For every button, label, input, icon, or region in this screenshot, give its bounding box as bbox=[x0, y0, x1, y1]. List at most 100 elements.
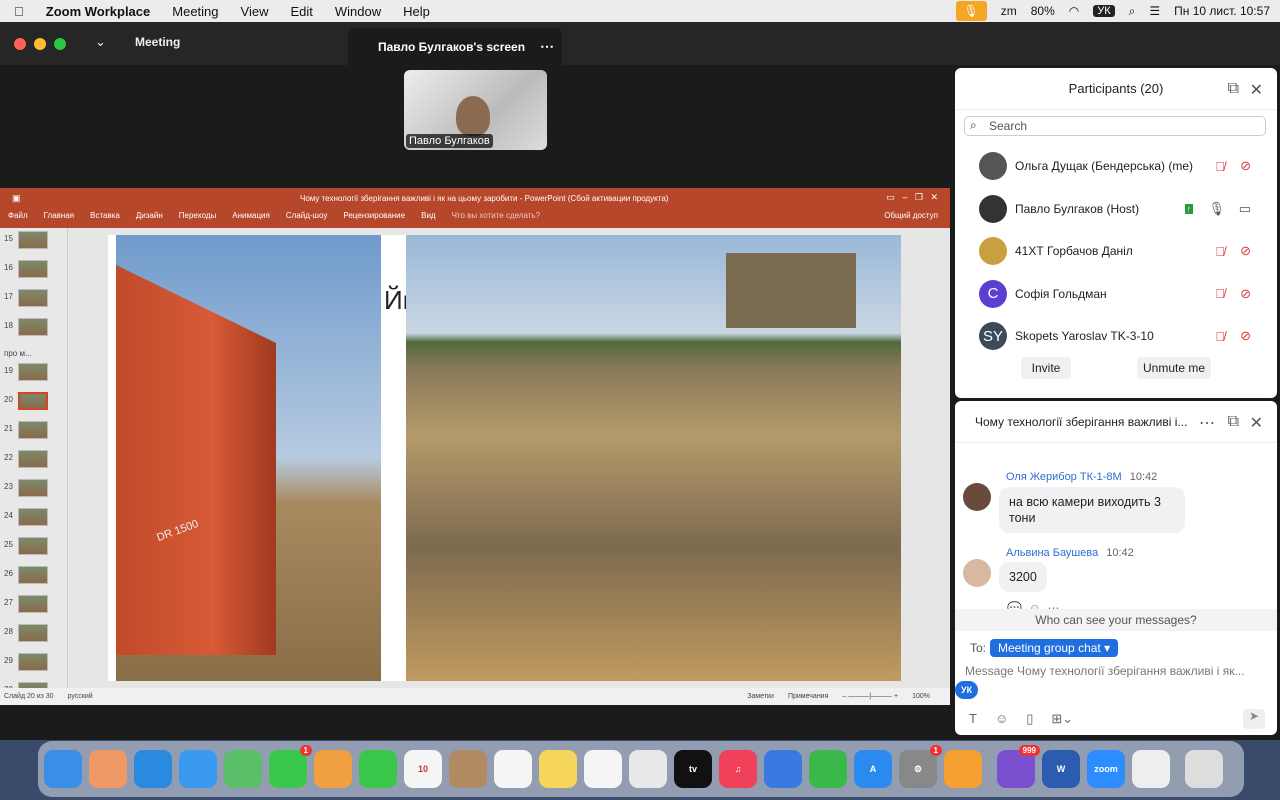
pages-icon[interactable] bbox=[944, 750, 982, 788]
slide-thumbnail[interactable]: 22 bbox=[4, 450, 64, 470]
search-input[interactable]: Search bbox=[964, 116, 1266, 136]
close-icon[interactable]: ✕ bbox=[1250, 80, 1263, 100]
language[interactable]: русский bbox=[68, 693, 93, 700]
ppt-tab-insert[interactable]: Вставка bbox=[90, 211, 120, 220]
battery-text[interactable]: 80% bbox=[1031, 4, 1055, 18]
slide-thumbnail[interactable]: 15 bbox=[4, 231, 64, 251]
slide-thumbnail[interactable]: 19 bbox=[4, 363, 64, 383]
camera-off-icon[interactable]: ⊘ bbox=[1240, 286, 1251, 302]
slide-thumbnail[interactable]: 16 bbox=[4, 260, 64, 280]
chevron-down-icon[interactable]: ⌄ bbox=[95, 34, 106, 50]
recipient-dropdown[interactable]: Meeting group chat ▾ bbox=[990, 639, 1119, 657]
zoom-window-button[interactable] bbox=[54, 38, 66, 50]
slide-thumbnail[interactable]: 17 bbox=[4, 289, 64, 309]
launchpad-icon[interactable] bbox=[89, 750, 127, 788]
messages-icon[interactable]: 1 bbox=[269, 745, 312, 788]
minimize-window-button[interactable] bbox=[34, 38, 46, 50]
ppt-tab-design[interactable]: Дизайн bbox=[136, 211, 163, 220]
photos-icon[interactable] bbox=[314, 750, 352, 788]
finder-icon[interactable] bbox=[44, 750, 82, 788]
maps-icon[interactable] bbox=[224, 750, 262, 788]
notes-icon[interactable] bbox=[539, 750, 577, 788]
word-icon[interactable]: W bbox=[1042, 750, 1080, 788]
slide-thumbnail[interactable]: 27 bbox=[4, 595, 64, 615]
zoom-status-icon[interactable]: zm bbox=[1001, 4, 1017, 18]
ppt-tab-home[interactable]: Главная bbox=[44, 211, 74, 220]
wifi-icon[interactable]: ◠ bbox=[1069, 4, 1079, 18]
ppt-tab-view[interactable]: Вид bbox=[421, 211, 435, 220]
popout-icon[interactable]: ⧉ bbox=[1228, 413, 1239, 431]
menu-edit[interactable]: Edit bbox=[290, 4, 312, 19]
mic-muted-icon[interactable]: 🎙̸ bbox=[1215, 244, 1225, 259]
emoji-icon[interactable]: ☺ bbox=[995, 711, 1008, 727]
reminders-icon[interactable] bbox=[494, 750, 532, 788]
ppt-share-button[interactable]: Общий доступ bbox=[884, 211, 938, 220]
ppt-tab-transitions[interactable]: Переходы bbox=[179, 211, 217, 220]
menu-meeting[interactable]: Meeting bbox=[172, 4, 218, 19]
facetime-icon[interactable] bbox=[359, 750, 397, 788]
participant-row[interactable]: 41ХТ Горбачов Даніл 🎙̸ ⊘ bbox=[955, 230, 1265, 272]
sender[interactable]: Оля Жерибор ТК-1-8М bbox=[1006, 471, 1122, 483]
keynote-icon[interactable] bbox=[764, 750, 802, 788]
participant-row[interactable]: C Софія Гольдман 🎙̸ ⊘ bbox=[955, 273, 1265, 315]
meeting-title[interactable]: Meeting bbox=[135, 35, 180, 49]
more-icon[interactable]: ⋯ bbox=[540, 38, 554, 55]
freeform-icon[interactable] bbox=[584, 750, 622, 788]
clock[interactable]: Пн 10 лист. 10:57 bbox=[1174, 4, 1270, 18]
share-tab[interactable]: Павло Булгаков's screen ⋯ bbox=[348, 28, 562, 65]
ppt-tab-file[interactable]: Файл bbox=[8, 211, 28, 220]
trash-icon[interactable] bbox=[1185, 750, 1223, 788]
comments-button[interactable]: Примечания bbox=[788, 693, 828, 700]
mic-muted-icon[interactable]: 🎙̸ bbox=[1215, 159, 1225, 174]
app-store-icon[interactable]: A bbox=[854, 750, 892, 788]
send-button[interactable]: ➤ bbox=[1243, 709, 1265, 729]
numbers-icon[interactable] bbox=[809, 750, 847, 788]
ppt-tell-me[interactable]: Что вы хотите сделать? bbox=[452, 211, 540, 220]
ppt-tab-review[interactable]: Рецензирование bbox=[343, 211, 405, 220]
menu-window[interactable]: Window bbox=[335, 4, 381, 19]
slide-thumbnail[interactable]: 25 bbox=[4, 537, 64, 557]
control-center-icon[interactable]: ☰ bbox=[1149, 4, 1160, 18]
ppt-tab-animation[interactable]: Анимация bbox=[232, 211, 270, 220]
input-language[interactable]: УК bbox=[1093, 5, 1115, 17]
video-thumbnail[interactable]: Павло Булгаков bbox=[404, 70, 547, 150]
file-icon[interactable]: ▯ bbox=[1026, 711, 1033, 727]
chrome-icon[interactable] bbox=[629, 750, 667, 788]
mic-icon[interactable]: 🎙 bbox=[955, 1, 987, 21]
slide-thumbnail[interactable]: 21 bbox=[4, 421, 64, 441]
zoom-slider[interactable]: – ———|——— + bbox=[842, 693, 898, 700]
safari-icon[interactable] bbox=[134, 750, 172, 788]
ppt-tab-slideshow[interactable]: Слайд-шоу bbox=[286, 211, 327, 220]
slide-thumbnail[interactable]: 24 bbox=[4, 508, 64, 528]
mic-icon[interactable]: 🎙 bbox=[1208, 201, 1225, 217]
viber-icon[interactable]: 999 bbox=[997, 745, 1040, 788]
zoom-level[interactable]: 100% bbox=[912, 693, 930, 700]
slide-thumbnail[interactable]: 18 bbox=[4, 318, 64, 338]
save-icon[interactable]: ▣ bbox=[12, 193, 21, 204]
calendar-icon[interactable]: 10 bbox=[404, 750, 442, 788]
mail-icon[interactable] bbox=[179, 750, 217, 788]
apple-tv-icon[interactable]: tv bbox=[674, 750, 712, 788]
slide-thumbnail[interactable]: 28 bbox=[4, 624, 64, 644]
sender[interactable]: Альвина Баушева bbox=[1006, 547, 1098, 559]
participant-row[interactable]: Ольга Дущак (Бендерська) (me) 🎙̸ ⊘ bbox=[955, 145, 1265, 187]
message-input[interactable]: Message Чому технології зберігання важли… bbox=[965, 664, 1245, 678]
menu-view[interactable]: View bbox=[241, 4, 269, 19]
unmute-button[interactable]: Unmute me bbox=[1137, 357, 1211, 379]
mic-muted-icon[interactable]: 🎙̸ bbox=[1215, 329, 1225, 344]
music-icon[interactable]: ♫ bbox=[719, 750, 757, 788]
system-settings-icon[interactable]: ⚙ 1 bbox=[899, 745, 942, 788]
participant-row[interactable]: Павло Булгаков (Host) ↑ 🎙 ▭ bbox=[955, 188, 1265, 230]
zoom-icon[interactable]: zoom bbox=[1087, 750, 1125, 788]
camera-off-icon[interactable]: ⊘ bbox=[1240, 243, 1251, 259]
slide-thumbnail[interactable]: 20 bbox=[4, 392, 64, 412]
contacts-icon[interactable] bbox=[449, 750, 487, 788]
excel-doc-icon[interactable] bbox=[1132, 750, 1170, 788]
invite-button[interactable]: Invite bbox=[1021, 357, 1071, 379]
mic-muted-icon[interactable]: 🎙̸ bbox=[1215, 286, 1225, 301]
popout-icon[interactable]: ⧉ bbox=[1228, 80, 1239, 98]
menu-help[interactable]: Help bbox=[403, 4, 430, 19]
camera-off-icon[interactable]: ⊘ bbox=[1240, 158, 1251, 174]
close-icon[interactable]: ✕ bbox=[1250, 413, 1263, 433]
menu-app[interactable]: Zoom Workplace bbox=[46, 4, 151, 19]
